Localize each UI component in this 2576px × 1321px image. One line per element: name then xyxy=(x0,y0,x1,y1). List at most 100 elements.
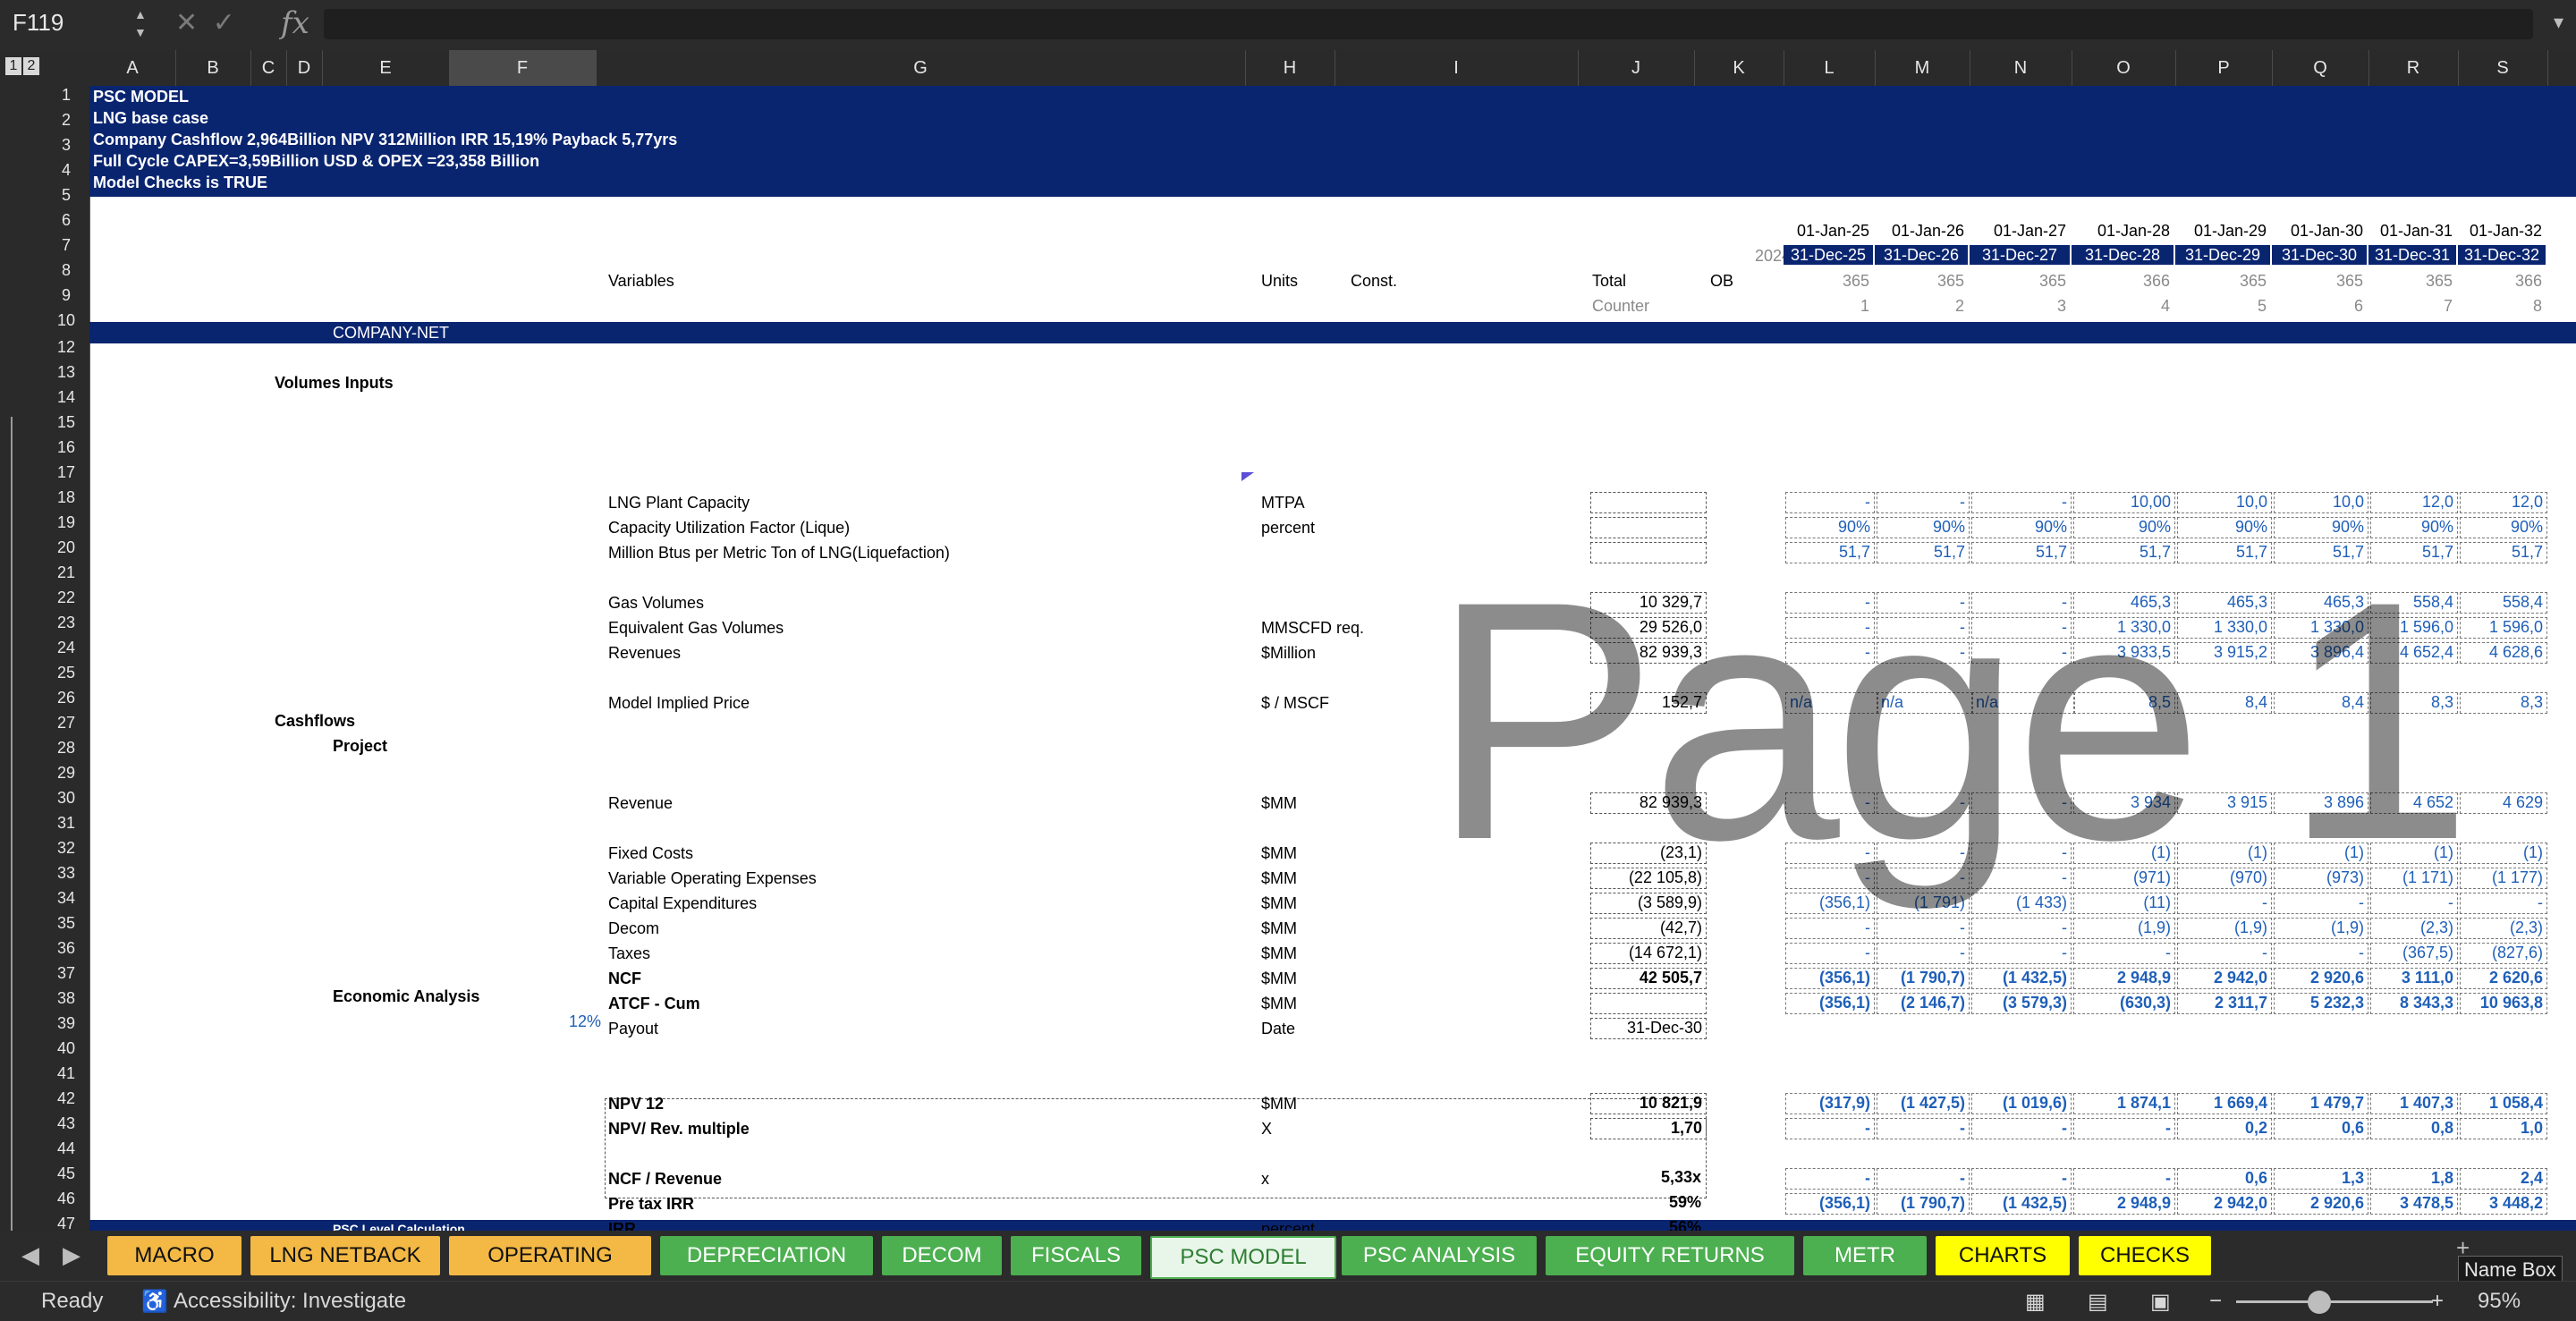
line-item-value[interactable]: - xyxy=(1877,617,1970,639)
line-item-value[interactable]: 2 948,9 xyxy=(2073,1193,2175,1215)
sheet-tab-charts[interactable]: CHARTS xyxy=(1936,1236,2070,1275)
line-item-value[interactable]: 8,5 xyxy=(2073,692,2175,714)
row-header-28[interactable]: 28 xyxy=(43,739,89,758)
line-item-total[interactable]: 10 329,7 xyxy=(1590,592,1707,614)
line-item-value[interactable]: 1 330,0 xyxy=(2073,617,2175,639)
row-header-7[interactable]: 7 xyxy=(43,236,89,255)
line-item-value[interactable]: (1 790,7) xyxy=(1877,968,1970,989)
line-item-value[interactable]: 90% xyxy=(2274,517,2368,538)
column-header-a[interactable]: A xyxy=(89,50,176,86)
line-item-value[interactable]: - xyxy=(1785,843,1875,864)
line-item-value[interactable]: 1 479,7 xyxy=(2274,1093,2368,1114)
line-item-total[interactable] xyxy=(1590,542,1707,563)
line-item-value[interactable]: 4 652,4 xyxy=(2370,642,2458,664)
line-item-value[interactable]: - xyxy=(1785,943,1875,964)
row-header-38[interactable]: 38 xyxy=(43,989,89,1008)
line-item-value[interactable]: - xyxy=(2177,893,2272,914)
line-item-value[interactable]: (1) xyxy=(2177,843,2272,864)
line-item-value[interactable]: - xyxy=(1877,592,1970,614)
line-item-value[interactable]: (1,9) xyxy=(2073,918,2175,939)
line-item-total[interactable] xyxy=(1590,517,1707,538)
line-item-value[interactable]: 1 596,0 xyxy=(2370,617,2458,639)
line-item-value[interactable]: - xyxy=(1877,943,1970,964)
normal-view-icon[interactable]: ▦ xyxy=(2025,1289,2046,1315)
line-item-value[interactable]: (367,5) xyxy=(2370,943,2458,964)
row-header-23[interactable]: 23 xyxy=(43,614,89,632)
cell-area[interactable]: PSC MODEL LNG base case Company Cashflow… xyxy=(89,86,2576,1231)
outline-level-buttons[interactable]: 12 xyxy=(5,57,41,75)
line-item-value[interactable]: 90% xyxy=(1971,517,2072,538)
line-item-value[interactable]: - xyxy=(1971,1118,2072,1139)
line-item-value[interactable]: 0,6 xyxy=(2177,1168,2272,1190)
sheet-tab-lng-netback-price[interactable]: LNG NETBACK PRICE xyxy=(250,1236,440,1307)
line-item-value[interactable]: - xyxy=(2073,1118,2175,1139)
line-item-value[interactable]: (3 579,3) xyxy=(1971,993,2072,1014)
line-item-value[interactable]: - xyxy=(1971,617,2072,639)
line-item-total[interactable]: 152,7 xyxy=(1590,692,1707,714)
line-item-value[interactable]: 558,4 xyxy=(2370,592,2458,614)
line-item-total[interactable]: 59% xyxy=(1590,1193,1701,1212)
scroll-tabs-left-icon[interactable]: ◀ xyxy=(21,1241,39,1269)
line-item-value[interactable]: (1) xyxy=(2370,843,2458,864)
line-item-value[interactable]: 51,7 xyxy=(1971,542,2072,563)
line-item-value[interactable]: - xyxy=(1971,943,2072,964)
line-item-value[interactable]: - xyxy=(2073,943,2175,964)
line-item-value[interactable]: (971) xyxy=(2073,868,2175,889)
line-item-value[interactable]: - xyxy=(2274,893,2368,914)
line-item-value[interactable]: 3 933,5 xyxy=(2073,642,2175,664)
row-header-13[interactable]: 13 xyxy=(43,363,89,382)
zoom-out-button[interactable]: − xyxy=(2209,1289,2222,1314)
line-item-value[interactable]: n/a xyxy=(1971,692,2075,714)
row-header-37[interactable]: 37 xyxy=(43,964,89,983)
zoom-slider-track[interactable] xyxy=(2236,1300,2433,1303)
line-item-value[interactable]: - xyxy=(1785,617,1875,639)
line-item-value[interactable]: 1 058,4 xyxy=(2460,1093,2547,1114)
line-item-total[interactable]: 29 526,0 xyxy=(1590,617,1707,639)
worksheet-grid[interactable]: 12 ABCDEFGHIJKLMNOPQRS − 123456789101213… xyxy=(0,50,2576,1231)
line-item-total[interactable]: 31-Dec-30 xyxy=(1590,1018,1707,1039)
line-item-value[interactable]: - xyxy=(2460,893,2547,914)
line-item-value[interactable]: 90% xyxy=(2177,517,2272,538)
line-item-value[interactable]: 51,7 xyxy=(2274,542,2368,563)
row-header-27[interactable]: 27 xyxy=(43,714,89,732)
row-header-6[interactable]: 6 xyxy=(43,211,89,230)
column-header-i[interactable]: I xyxy=(1335,50,1579,86)
line-item-value[interactable]: (630,3) xyxy=(2073,993,2175,1014)
line-item-value[interactable]: (11) xyxy=(2073,893,2175,914)
line-item-value[interactable]: 8,4 xyxy=(2177,692,2272,714)
line-item-value[interactable]: - xyxy=(1785,492,1875,513)
row-header-9[interactable]: 9 xyxy=(43,286,89,305)
column-header-d[interactable]: D xyxy=(286,50,323,86)
row-header-46[interactable]: 46 xyxy=(43,1190,89,1208)
line-item-total[interactable]: (42,7) xyxy=(1590,918,1707,939)
column-header-e[interactable]: E xyxy=(322,50,450,86)
column-header-p[interactable]: P xyxy=(2175,50,2273,86)
row-header-4[interactable]: 4 xyxy=(43,161,89,180)
sheet-tab-decom[interactable]: DECOM xyxy=(882,1236,1002,1275)
scroll-tabs-right-icon[interactable]: ▶ xyxy=(63,1241,80,1269)
sheet-tab-equity-returns[interactable]: EQUITY RETURNS xyxy=(1546,1236,1794,1275)
line-item-value[interactable]: 1 874,1 xyxy=(2073,1093,2175,1114)
outline-gutter[interactable]: − xyxy=(0,86,43,1231)
line-item-total[interactable]: 5,33x xyxy=(1590,1168,1701,1187)
row-header-40[interactable]: 40 xyxy=(43,1039,89,1058)
line-item-value[interactable]: - xyxy=(2073,1168,2175,1190)
zoom-in-button[interactable]: + xyxy=(2431,1289,2444,1314)
row-header-2[interactable]: 2 xyxy=(43,111,89,130)
line-item-value[interactable]: 0,2 xyxy=(2177,1118,2272,1139)
column-header-l[interactable]: L xyxy=(1784,50,1876,86)
row-header-31[interactable]: 31 xyxy=(43,814,89,833)
line-item-value[interactable]: (2,3) xyxy=(2460,918,2547,939)
line-item-value[interactable]: 2 948,9 xyxy=(2073,968,2175,989)
line-item-value[interactable]: (1) xyxy=(2460,843,2547,864)
line-item-value[interactable]: 90% xyxy=(2073,517,2175,538)
line-item-value[interactable]: 8,3 xyxy=(2370,692,2458,714)
row-header-16[interactable]: 16 xyxy=(43,438,89,457)
line-item-value[interactable]: 90% xyxy=(2370,517,2458,538)
line-item-value[interactable]: (973) xyxy=(2274,868,2368,889)
line-item-value[interactable]: (1) xyxy=(2073,843,2175,864)
line-item-value[interactable]: 8,4 xyxy=(2274,692,2368,714)
line-item-value[interactable]: (827,6) xyxy=(2460,943,2547,964)
line-item-value[interactable]: (356,1) xyxy=(1785,993,1875,1014)
line-item-value[interactable]: (2,3) xyxy=(2370,918,2458,939)
